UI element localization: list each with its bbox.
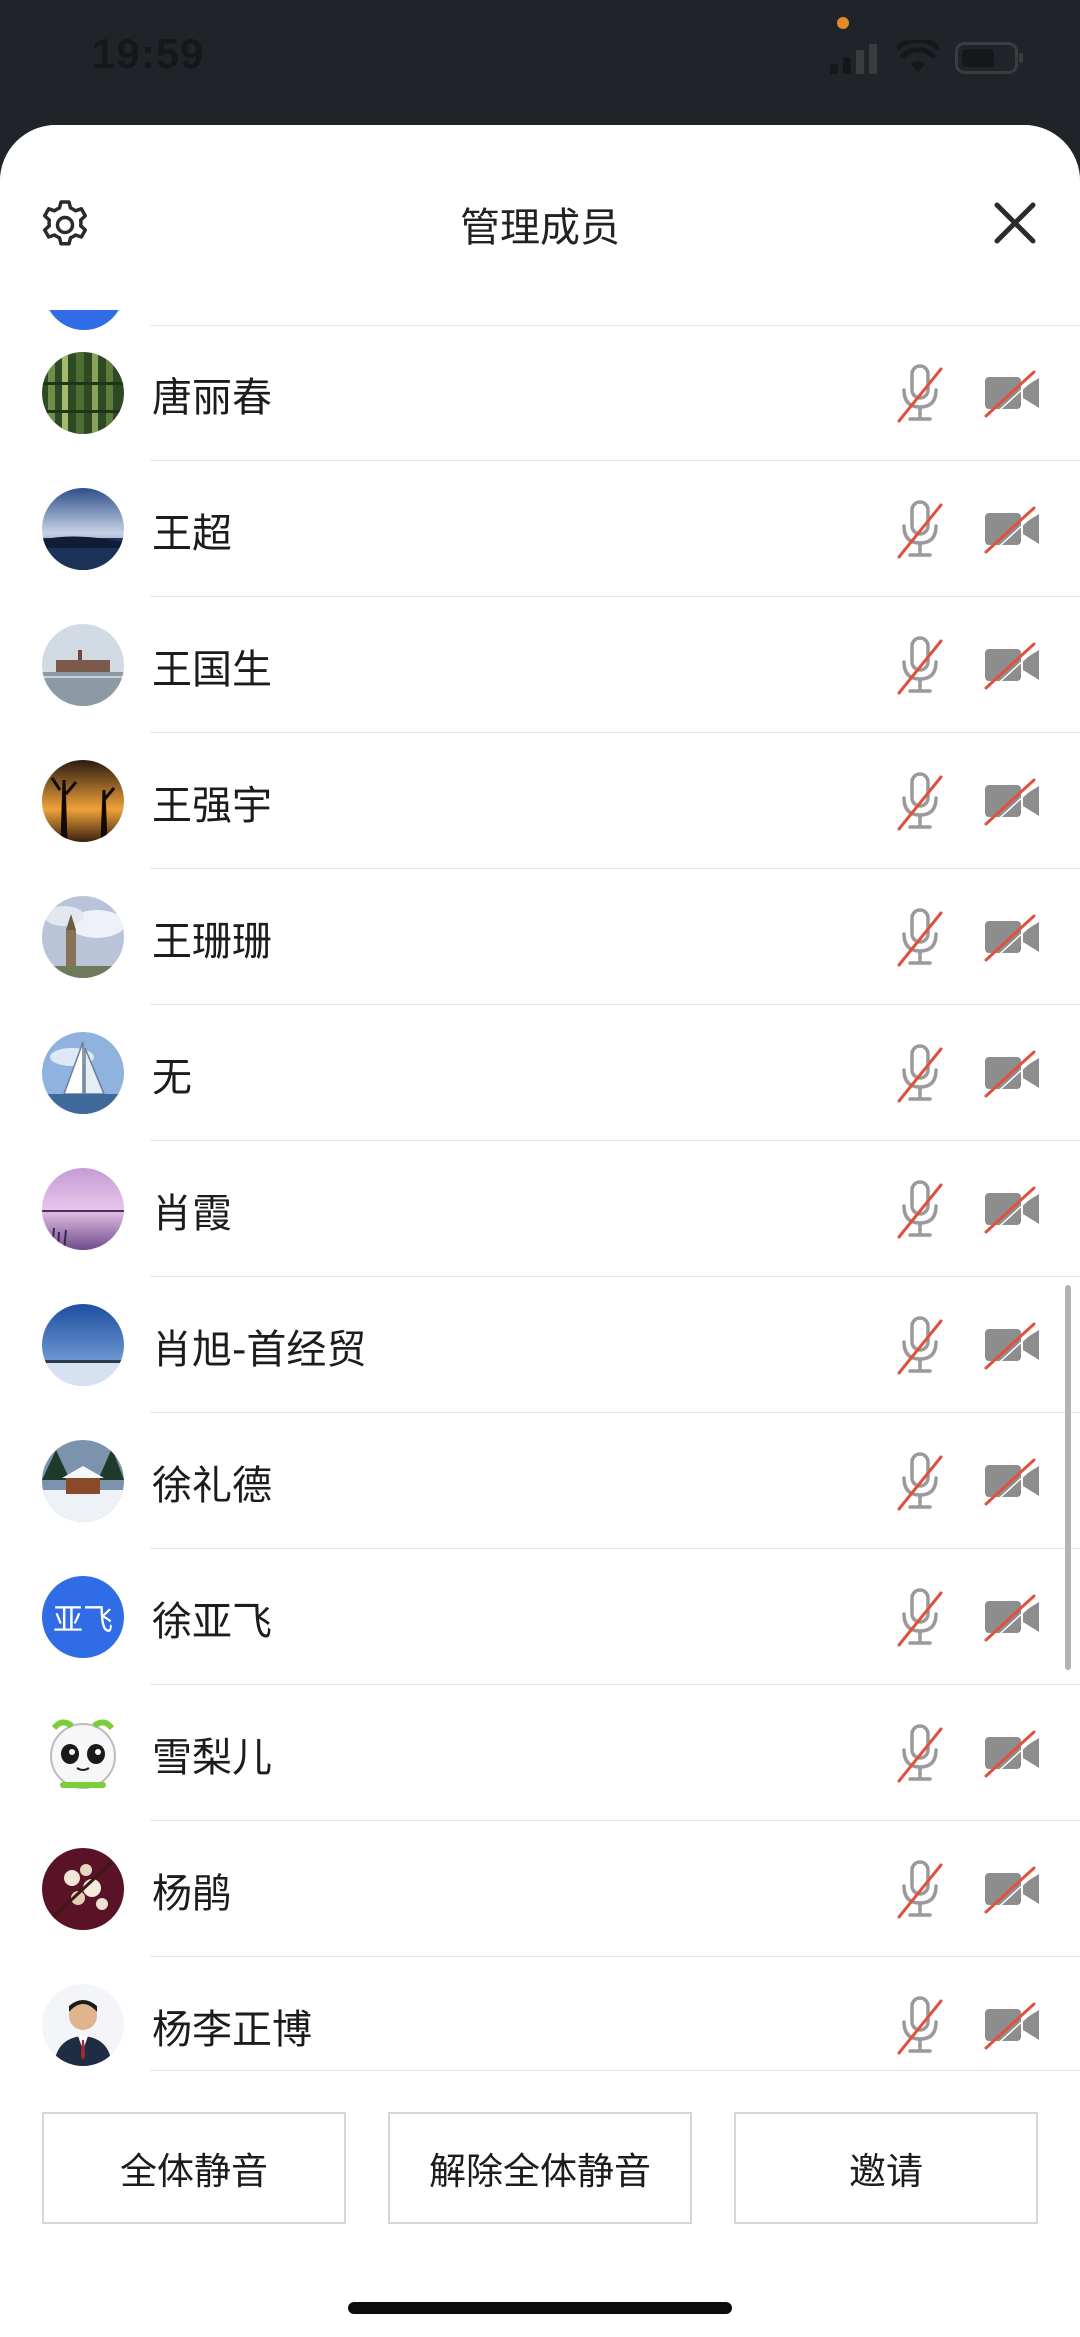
battery-icon <box>955 42 1023 74</box>
camera-off-icon[interactable] <box>982 1456 1042 1506</box>
camera-off-icon[interactable] <box>982 1728 1042 1778</box>
member-row[interactable]: 肖旭-首经贸 <box>0 1277 1080 1413</box>
mic-muted-icon[interactable] <box>895 1859 945 1919</box>
camera-off-icon[interactable] <box>982 1864 1042 1914</box>
status-time: 19:59 <box>92 30 205 77</box>
member-name: 王超 <box>152 511 232 557</box>
close-icon[interactable] <box>992 200 1038 246</box>
invite-button[interactable]: 邀请 <box>734 2112 1038 2224</box>
scrollbar[interactable] <box>1065 1285 1071 1670</box>
mic-muted-icon[interactable] <box>895 1451 945 1511</box>
member-row[interactable]: 王珊珊 <box>0 869 1080 1005</box>
mic-muted-icon[interactable] <box>895 635 945 695</box>
camera-off-icon[interactable] <box>982 1048 1042 1098</box>
mic-muted-icon[interactable] <box>895 1587 945 1647</box>
member-name: 徐亚飞 <box>152 1599 272 1645</box>
avatar <box>42 1848 124 1930</box>
wifi-icon <box>897 40 939 72</box>
avatar <box>42 1440 124 1522</box>
avatar <box>42 1032 124 1114</box>
divider <box>150 2070 1080 2071</box>
mic-muted-icon[interactable] <box>895 499 945 559</box>
member-name: 徐礼德 <box>152 1463 272 1509</box>
camera-off-icon[interactable] <box>982 776 1042 826</box>
page-title: 管理成员 <box>460 205 620 251</box>
member-name: 王珊珊 <box>152 919 272 965</box>
avatar <box>42 488 124 570</box>
signal-icon <box>830 44 877 74</box>
sheet-header: 管理成员 <box>0 125 1080 310</box>
home-indicator <box>348 2302 732 2314</box>
mic-muted-icon[interactable] <box>895 907 945 967</box>
avatar-initials: 亚飞 <box>53 1603 113 1638</box>
member-name: 杨鹃 <box>152 1871 232 1917</box>
mic-muted-icon[interactable] <box>895 1315 945 1375</box>
avatar: 亚飞 <box>42 1576 124 1658</box>
avatar <box>42 1304 124 1386</box>
divider <box>150 325 1080 326</box>
member-name: 王强宇 <box>152 783 272 829</box>
camera-off-icon[interactable] <box>982 640 1042 690</box>
member-name: 杨李正博 <box>152 2007 312 2053</box>
member-row[interactable]: 杨鹃 <box>0 1821 1080 1957</box>
member-name: 肖霞 <box>152 1191 232 1237</box>
avatar <box>42 1712 124 1794</box>
mic-muted-icon[interactable] <box>895 771 945 831</box>
mic-muted-icon[interactable] <box>895 363 945 423</box>
mic-muted-icon[interactable] <box>895 1723 945 1783</box>
manage-members-sheet: 管理成员 唐丽春王超王国生王强宇王珊珊无肖霞肖旭-首经贸 徐礼德亚飞 徐亚飞雪梨儿杨… <box>0 125 1080 2337</box>
member-row[interactable]: 王超 <box>0 461 1080 597</box>
camera-off-icon[interactable] <box>982 368 1042 418</box>
avatar <box>42 352 124 434</box>
camera-off-icon[interactable] <box>982 1184 1042 1234</box>
mic-muted-icon[interactable] <box>895 1043 945 1103</box>
footer-actions: 全体静音 解除全体静音 邀请 <box>0 2070 1080 2337</box>
avatar <box>42 624 124 706</box>
member-row[interactable]: 亚飞 徐亚飞 <box>0 1549 1080 1685</box>
camera-off-icon[interactable] <box>982 2000 1042 2050</box>
member-name: 唐丽春 <box>152 375 272 421</box>
unmute-all-button[interactable]: 解除全体静音 <box>388 2112 692 2224</box>
camera-off-icon[interactable] <box>982 1592 1042 1642</box>
member-row[interactable]: 王国生 <box>0 597 1080 733</box>
member-row[interactable]: 肖霞 <box>0 1141 1080 1277</box>
member-row[interactable]: 徐礼德 <box>0 1413 1080 1549</box>
camera-off-icon[interactable] <box>982 912 1042 962</box>
member-name: 王国生 <box>152 647 272 693</box>
avatar <box>42 1984 124 2066</box>
member-name: 雪梨儿 <box>152 1735 272 1781</box>
mute-all-button[interactable]: 全体静音 <box>42 2112 346 2224</box>
member-name: 无 <box>152 1055 192 1101</box>
avatar <box>42 760 124 842</box>
member-name: 肖旭-首经贸 <box>152 1327 367 1373</box>
member-row[interactable]: 雪梨儿 <box>0 1685 1080 1821</box>
member-row[interactable]: 唐丽春 <box>0 325 1080 461</box>
recording-indicator <box>837 17 849 29</box>
camera-off-icon[interactable] <box>982 504 1042 554</box>
status-bar: 19:59 <box>0 0 1080 125</box>
mic-muted-icon[interactable] <box>895 1995 945 2055</box>
avatar <box>42 896 124 978</box>
member-list-viewport[interactable]: 唐丽春王超王国生王强宇王珊珊无肖霞肖旭-首经贸 徐礼德亚飞 徐亚飞雪梨儿杨鹃杨李正博 <box>0 310 1080 2197</box>
camera-off-icon[interactable] <box>982 1320 1042 1370</box>
avatar <box>42 1168 124 1250</box>
member-row[interactable]: 无 <box>0 1005 1080 1141</box>
mic-muted-icon[interactable] <box>895 1179 945 1239</box>
member-row[interactable]: 王强宇 <box>0 733 1080 869</box>
